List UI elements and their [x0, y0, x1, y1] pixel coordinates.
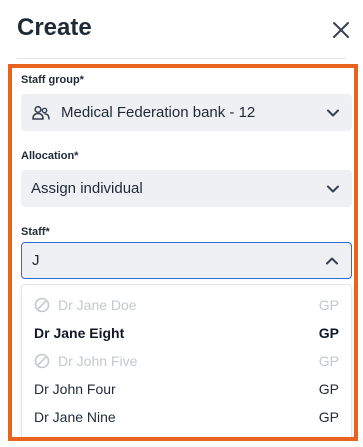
block-icon [34, 297, 50, 313]
block-icon [34, 353, 50, 369]
option-grade: GP [318, 409, 339, 425]
option-grade: GP [318, 297, 339, 313]
allocation-value: Assign individual [31, 180, 143, 197]
allocation-label: Allocation* [21, 150, 79, 162]
highlighted-form-region: Staff group* Medical Federation bank - 1… [8, 64, 358, 441]
option-name: Dr Jane Nine [34, 409, 116, 425]
option-name: Dr Jane Doe [58, 297, 137, 313]
option-grade: GP [318, 325, 339, 341]
close-button[interactable] [327, 16, 355, 44]
people-icon [31, 103, 51, 123]
option-grade: GP [318, 381, 339, 397]
option-grade: GP [318, 353, 339, 369]
staff-group-label: Staff group* [21, 74, 84, 86]
staff-options-list: Dr Jane Doe GP Dr Jane Eight GP Dr John … [21, 284, 352, 437]
staff-option[interactable]: Dr John Four GP [22, 375, 351, 403]
staff-group-value: Medical Federation bank - 12 [61, 104, 256, 121]
staff-option-disabled: Dr Jane Doe GP [22, 291, 351, 319]
option-name: Dr John Four [34, 381, 116, 397]
staff-option[interactable]: Dr Jane Nine GP [22, 403, 351, 431]
staff-option-highlighted[interactable]: Dr Jane Eight GP [22, 319, 351, 347]
dialog-title: Create [17, 14, 92, 41]
chevron-down-icon [326, 182, 340, 196]
dialog-header: Create [0, 0, 363, 60]
staff-option-disabled: Dr John Five GP [22, 347, 351, 375]
staff-label: Staff* [21, 226, 50, 238]
option-name: Dr John Five [58, 353, 138, 369]
option-name: Dr Jane Eight [34, 325, 125, 341]
header-divider [17, 58, 346, 59]
staff-group-select[interactable]: Medical Federation bank - 12 [21, 94, 352, 131]
chevron-up-icon[interactable] [325, 254, 339, 268]
staff-search-input[interactable] [32, 252, 325, 269]
chevron-down-icon [326, 106, 340, 120]
allocation-select[interactable]: Assign individual [21, 170, 352, 207]
staff-combobox[interactable] [21, 242, 352, 279]
close-icon [333, 22, 349, 38]
